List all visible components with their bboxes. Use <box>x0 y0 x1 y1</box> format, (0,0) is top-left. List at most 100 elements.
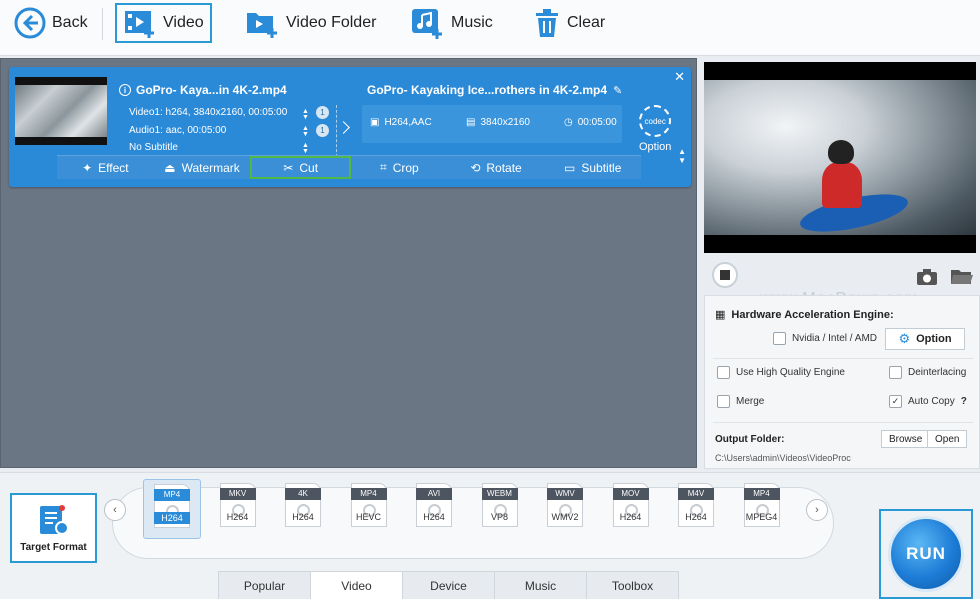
high-quality-row[interactable]: Use High Quality Engine <box>717 366 845 379</box>
help-icon[interactable]: ? <box>961 396 967 407</box>
merge-row[interactable]: Merge <box>717 395 764 408</box>
chevron-right-icon[interactable]: › <box>806 499 828 521</box>
info-icon[interactable]: i <box>119 84 131 96</box>
format-item[interactable]: M4V H264 <box>667 479 725 539</box>
video-preview[interactable] <box>704 62 976 253</box>
hw-nvidia-checkbox[interactable] <box>773 332 786 345</box>
target-format-label: Target Format <box>20 541 87 553</box>
format-tag: MKV <box>219 488 256 500</box>
target-format-icon <box>39 504 69 535</box>
run-button[interactable]: RUN <box>888 516 964 592</box>
format-item[interactable]: AVI H264 <box>405 479 463 539</box>
watermark-icon: ⏏ <box>164 160 176 175</box>
back-arrow-icon <box>14 7 46 39</box>
watermark-button[interactable]: ⏏ Watermark <box>154 156 251 179</box>
codec-option-button[interactable]: codec Option <box>639 105 671 153</box>
subtitle-button[interactable]: ▭ Subtitle <box>544 156 641 179</box>
video-thumbnail[interactable] <box>15 77 107 145</box>
video-label: Video <box>163 14 204 31</box>
video-folder-label: Video Folder <box>286 14 377 31</box>
add-music-button[interactable]: Music <box>403 3 499 43</box>
tab-music[interactable]: Music <box>494 571 587 599</box>
deinterlacing-row[interactable]: Deinterlacing <box>889 366 966 379</box>
hw-nvidia-checkbox-row[interactable]: Nvidia / Intel / AMD <box>773 332 877 345</box>
add-video-folder-button[interactable]: Video Folder <box>238 3 382 43</box>
subtitle-track-select-icon[interactable]: ▲ ▼ <box>302 142 309 155</box>
format-bar: Target Format ‹ › MP4 H264 MKV H264 4K H264 MP… <box>0 472 980 599</box>
format-tag: 4K <box>285 488 321 500</box>
rider-shape <box>822 162 862 208</box>
format-item[interactable]: WMV WMV2 <box>536 479 594 539</box>
back-button[interactable]: Back <box>8 3 94 43</box>
codec-option-label: Option <box>639 141 672 153</box>
format-item[interactable]: WEBM VP8 <box>471 479 529 539</box>
edit-toolbar: ✦ Effect ⏏ Watermark ✂ Cut ⌗ Crop ⟲ Rotate ▭ S… <box>57 155 641 179</box>
folder-icon[interactable] <box>950 268 974 286</box>
camera-icon[interactable] <box>916 268 938 286</box>
tab-toolbox[interactable]: Toolbox <box>586 571 679 599</box>
audio-track-count: 1 <box>316 124 329 137</box>
high-quality-checkbox[interactable] <box>717 366 730 379</box>
subtitle-label: Subtitle <box>581 160 622 175</box>
cut-label: Cut <box>299 160 319 175</box>
format-tabs: Popular Video Device Music Toolbox <box>218 571 679 599</box>
add-video-button[interactable]: Video <box>115 3 212 43</box>
video-file-icon: MKV H264 <box>219 483 256 527</box>
video-track-select-icon[interactable]: ▲ ▼ <box>302 108 309 121</box>
stop-icon <box>720 270 730 280</box>
video-file-icon: 4K H264 <box>285 483 321 527</box>
output-codec-text: H264,AAC <box>384 117 432 128</box>
tab-video[interactable]: Video <box>310 571 403 599</box>
subtitle-icon: ▭ <box>564 160 576 175</box>
output-resolution: ▤ 3840x2160 <box>466 117 530 128</box>
output-folder-path: C:\Users\admin\Videos\VideoProc <box>715 453 851 463</box>
crop-button[interactable]: ⌗ Crop <box>351 156 448 179</box>
open-button[interactable]: Open <box>927 430 968 448</box>
audio-track-select-icon[interactable]: ▲ ▼ <box>302 125 309 138</box>
hw-option-button[interactable]: ⚙ Option <box>885 328 965 350</box>
merge-checkbox[interactable] <box>717 395 730 408</box>
auto-copy-row[interactable]: ✓ Auto Copy ? <box>889 395 967 408</box>
audio-track-info[interactable]: Audio1: aac, 00:05:00 <box>129 125 226 136</box>
back-label: Back <box>52 14 88 31</box>
tab-popular[interactable]: Popular <box>218 571 311 599</box>
deinterlacing-checkbox[interactable] <box>889 366 902 379</box>
video-file-icon: MP4 MPEG4 <box>743 483 780 527</box>
format-codec: H264 <box>685 512 707 522</box>
toolbar-separator <box>102 8 103 40</box>
browse-button[interactable]: Browse <box>881 430 931 448</box>
video-track-count: 1 <box>316 106 329 119</box>
format-item[interactable]: MP4 HEVC <box>340 479 398 539</box>
output-duration-text: 00:05:00 <box>577 117 617 128</box>
cut-button[interactable]: ✂ Cut <box>250 156 352 179</box>
input-file-name: i GoPro- Kaya...in 4K-2.mp4 <box>119 83 287 97</box>
format-item[interactable]: MP4 H264 <box>143 479 201 539</box>
chevron-left-icon[interactable]: ‹ <box>104 499 126 521</box>
format-tag: MOV <box>612 488 649 500</box>
clear-button[interactable]: Clear <box>527 3 611 43</box>
video-item-card[interactable]: i GoPro- Kaya...in 4K-2.mp4 Video1: h264… <box>9 67 691 187</box>
preview-frame <box>704 80 976 240</box>
hw-nvidia-label: Nvidia / Intel / AMD <box>792 333 878 344</box>
subtitle-track-info[interactable]: No Subtitle <box>129 142 178 153</box>
resolution-icon: ▤ <box>466 117 476 128</box>
clock-icon: ◷ <box>564 117 573 128</box>
format-codec: H264 <box>226 512 249 522</box>
close-icon[interactable]: ✕ <box>674 69 685 85</box>
auto-copy-checkbox[interactable]: ✓ <box>889 395 902 408</box>
stop-button[interactable] <box>712 262 738 288</box>
crop-label: Crop <box>392 160 419 175</box>
format-item[interactable]: MOV H264 <box>602 479 660 539</box>
effect-button[interactable]: ✦ Effect <box>57 156 154 179</box>
rotate-button[interactable]: ⟲ Rotate <box>448 156 545 179</box>
format-item[interactable]: 4K H264 <box>274 479 332 539</box>
format-codec: HEVC <box>355 512 381 522</box>
tab-device[interactable]: Device <box>402 571 495 599</box>
format-item[interactable]: MKV H264 <box>209 479 267 539</box>
format-codec: MPEG4 <box>745 512 778 522</box>
move-updown-icon[interactable]: ▲ ▼ <box>678 147 686 165</box>
edit-pencil-icon[interactable]: ✎ <box>613 84 622 97</box>
format-item[interactable]: MP4 MPEG4 <box>733 479 791 539</box>
video-track-info[interactable]: Video1: h264, 3840x2160, 00:05:00 <box>129 107 287 118</box>
target-format-button[interactable]: Target Format <box>10 493 97 563</box>
